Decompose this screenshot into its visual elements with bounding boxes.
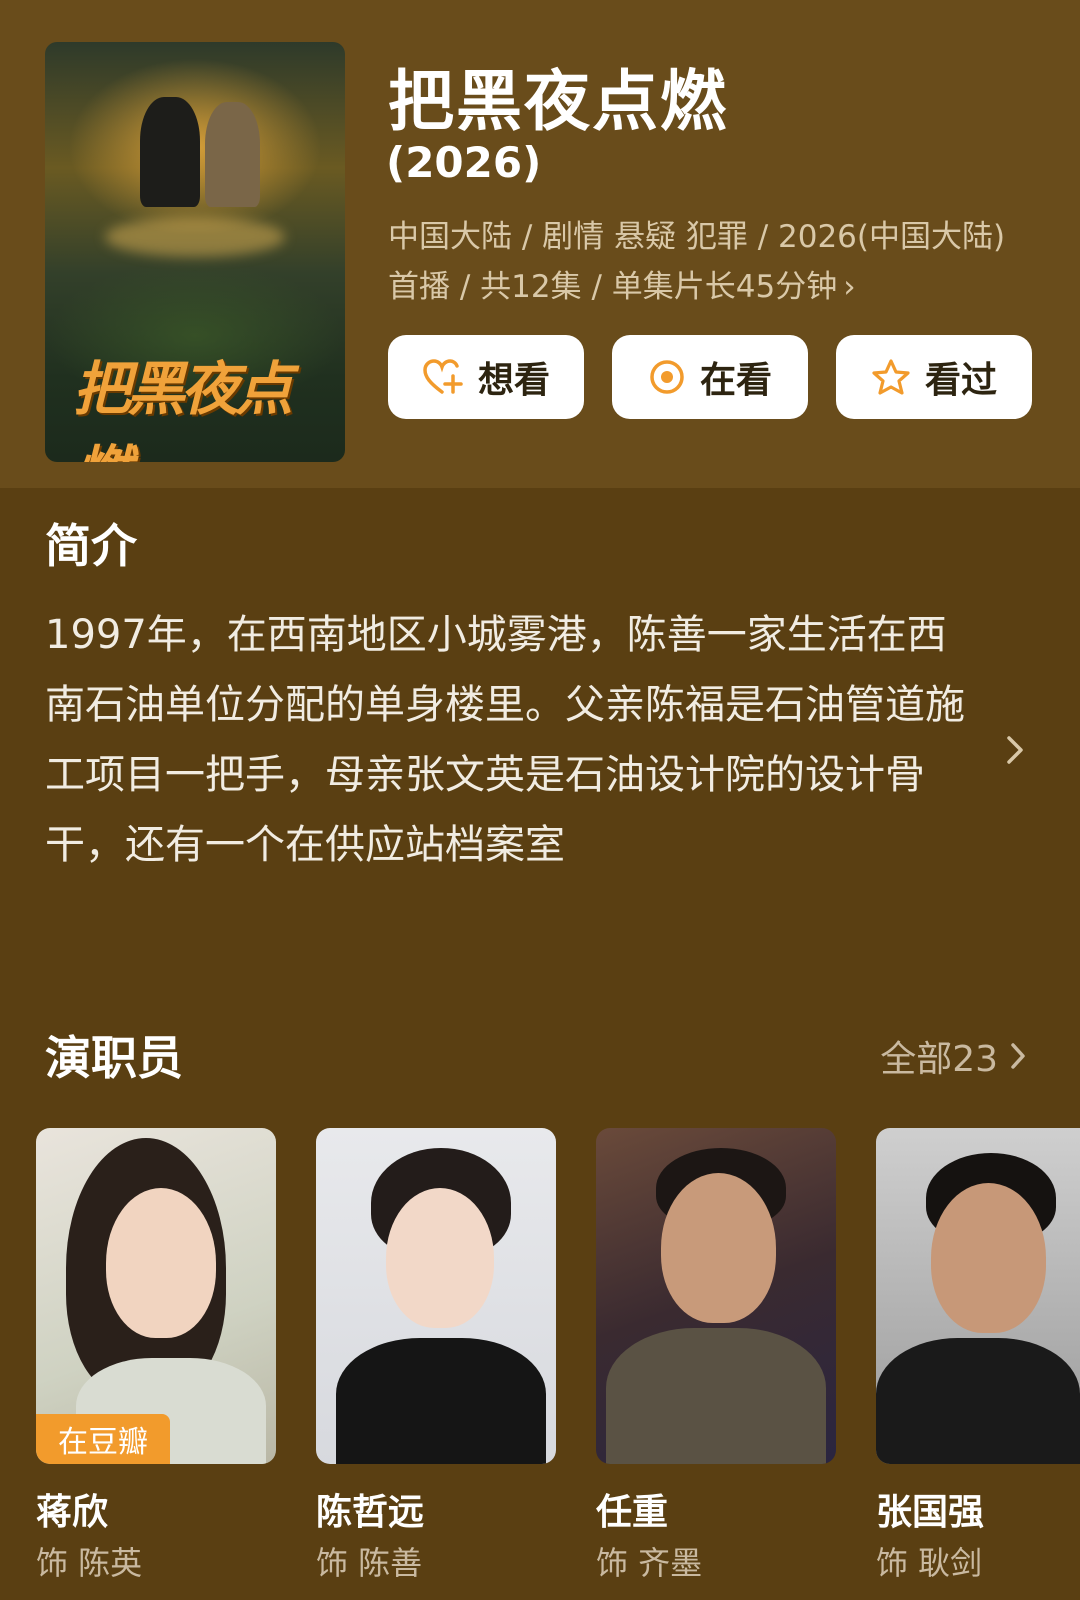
heart-plus-icon	[423, 359, 463, 394]
show-year: (2026)	[386, 138, 542, 187]
watching-label: 在看	[699, 360, 772, 401]
cast-photo[interactable]	[316, 1128, 556, 1464]
chevron-right-icon	[1011, 1043, 1025, 1069]
cast-all-link[interactable]: 全部23	[880, 1030, 1028, 1082]
cast-heading: 演职员	[45, 1031, 183, 1085]
star-outline-icon	[872, 359, 910, 395]
face-shape	[661, 1173, 776, 1323]
watching-button[interactable]: 在看	[612, 335, 808, 419]
face-shape	[931, 1183, 1046, 1333]
chevron-right-icon: ›	[843, 269, 856, 305]
body-shape	[336, 1338, 546, 1464]
watched-label: 看过	[924, 360, 997, 401]
cast-role: 饰 耿剑	[876, 1544, 983, 1582]
cast-photo[interactable]	[596, 1128, 836, 1464]
poster-light	[105, 217, 285, 257]
show-meta[interactable]: 中国大陆 / 剧情 悬疑 犯罪 / 2026(中国大陆) 首播 / 共12集 /…	[388, 212, 1038, 312]
cast-name: 蒋欣	[36, 1492, 109, 1533]
douban-tag: 在豆瓣	[36, 1414, 170, 1464]
poster-figure-man	[140, 97, 200, 207]
cast-name: 陈哲远	[316, 1492, 425, 1533]
body-shape	[876, 1338, 1080, 1464]
poster-calligraphy-title: 把黑夜点燃	[73, 355, 293, 462]
face-shape	[106, 1188, 216, 1338]
meta-line-2: 首播 / 共12集 / 单集片长45分钟 ›	[388, 269, 856, 305]
cast-role: 饰 齐墨	[596, 1544, 703, 1582]
poster-figure-woman	[205, 102, 260, 207]
show-title: 把黑夜点燃	[388, 63, 728, 140]
body-shape	[606, 1328, 826, 1464]
cast-all-label: 全部23	[880, 1039, 998, 1080]
chevron-right-icon[interactable]	[1000, 730, 1030, 770]
want-label: 想看	[477, 360, 550, 401]
cast-role: 饰 陈英	[36, 1544, 143, 1582]
target-dot-icon	[650, 360, 684, 394]
face-shape	[386, 1188, 494, 1328]
intro-text[interactable]: 1997年，在西南地区小城雾港，陈善一家生活在西南石油单位分配的单身楼里。父亲陈…	[45, 600, 965, 880]
cast-photo[interactable]: 在豆瓣	[36, 1128, 276, 1464]
cast-role: 饰 陈善	[316, 1544, 423, 1582]
watched-button[interactable]: 看过	[836, 335, 1032, 419]
want-to-watch-button[interactable]: 想看	[388, 335, 584, 419]
cast-name: 张国强	[876, 1492, 985, 1533]
poster-image[interactable]: 把黑夜点燃	[45, 42, 345, 462]
cast-photo[interactable]	[876, 1128, 1080, 1464]
intro-heading: 简介	[45, 519, 137, 573]
header-section: 把黑夜点燃 把黑夜点燃 (2026) 中国大陆 / 剧情 悬疑 犯罪 / 202…	[0, 0, 1080, 488]
cast-name: 任重	[596, 1492, 669, 1533]
meta-line-1: 中国大陆 / 剧情 悬疑 犯罪 / 2026(中国大陆)	[388, 219, 1006, 255]
